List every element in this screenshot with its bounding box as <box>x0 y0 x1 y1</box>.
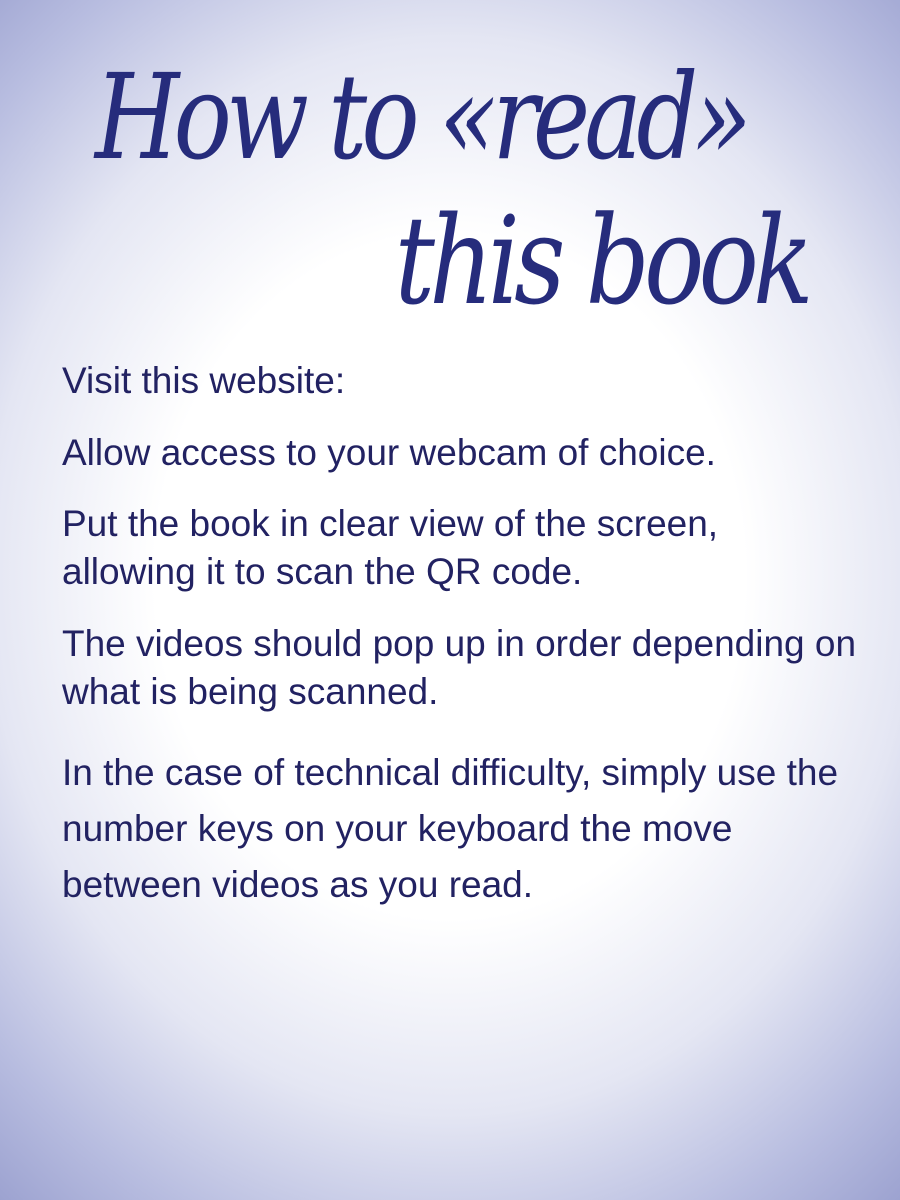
visit-website-text: Visit this website: <box>62 360 346 401</box>
webcam-access-text: Allow access to your webcam of choice. <box>62 432 716 473</box>
page-title-line-1: How to «read» <box>95 48 752 186</box>
instructions-body: Visit this website: Allow access to your… <box>62 357 862 913</box>
instruction-page: How to «read» this book Visit this websi… <box>0 0 900 1200</box>
technical-difficulty-text: In the case of technical difficulty, sim… <box>62 752 839 905</box>
video-order-text: The videos should pop up in order depend… <box>62 623 857 712</box>
book-placement-text: Put the book in clear view of the screen… <box>62 503 719 592</box>
page-title-line-2: this book <box>394 190 814 332</box>
